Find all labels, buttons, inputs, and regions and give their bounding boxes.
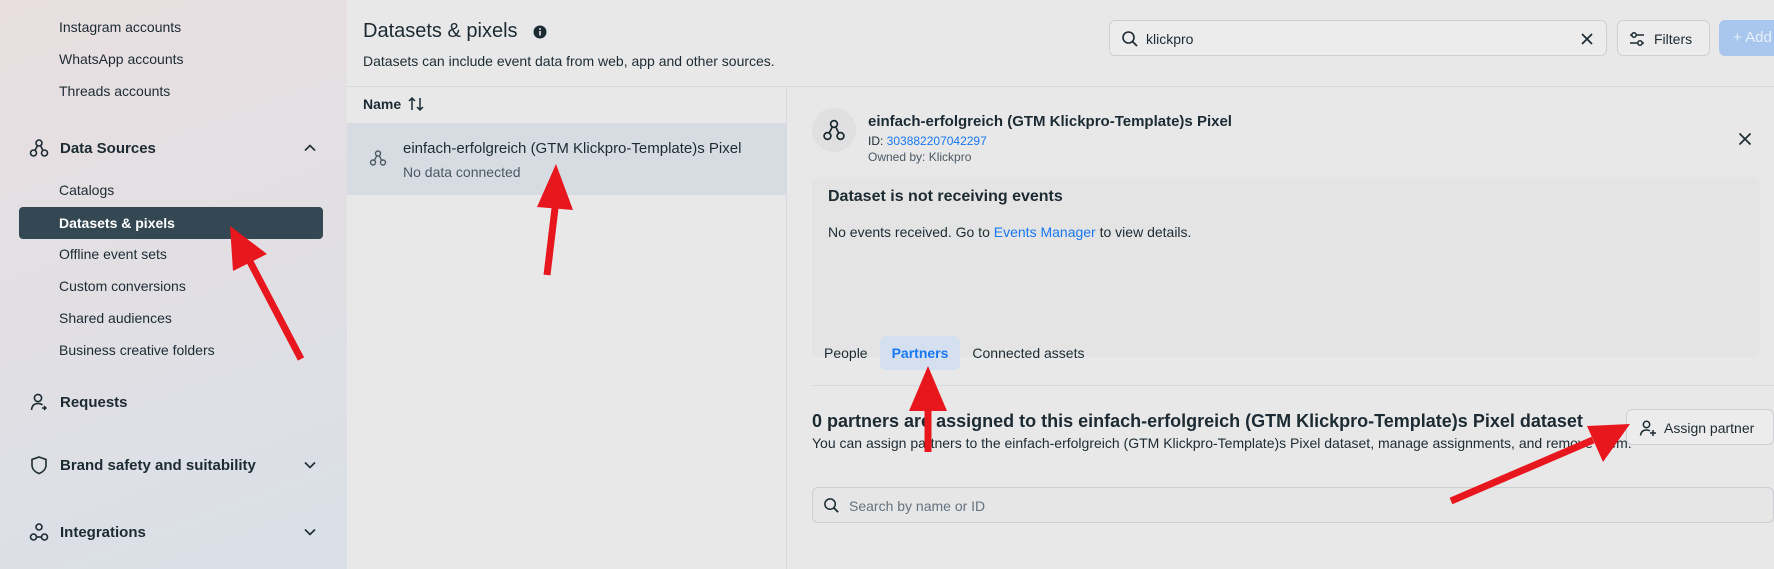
dataset-name: einfach-erfolgreich (GTM Klickpro-Templa… bbox=[403, 140, 742, 157]
dataset-avatar bbox=[812, 108, 856, 152]
sidebar-item-label: Datasets & pixels bbox=[59, 215, 175, 231]
alert-text: No events received. Go to bbox=[828, 224, 994, 240]
sidebar-item-offline-event-sets[interactable]: Offline event sets bbox=[59, 246, 167, 262]
detail-tabs: People Partners Connected assets bbox=[812, 333, 1096, 373]
sidebar-item-custom-conversions[interactable]: Custom conversions bbox=[59, 278, 186, 294]
dataset-detail-panel: einfach-erfolgreich (GTM Klickpro-Templa… bbox=[788, 87, 1774, 569]
name-column-header[interactable]: Name bbox=[363, 96, 425, 112]
add-person-icon bbox=[1639, 419, 1657, 437]
close-icon[interactable] bbox=[1736, 130, 1754, 148]
chevron-down-icon[interactable] bbox=[301, 456, 319, 474]
detail-title: einfach-erfolgreich (GTM Klickpro-Templa… bbox=[868, 113, 1232, 130]
tab-people[interactable]: People bbox=[812, 336, 880, 370]
assign-partner-label: Assign partner bbox=[1664, 420, 1755, 436]
search-value: klickpro bbox=[1146, 31, 1194, 47]
shield-icon bbox=[28, 454, 50, 476]
sidebar-item-requests[interactable]: Requests bbox=[28, 390, 319, 414]
tab-connected-assets[interactable]: Connected assets bbox=[960, 336, 1096, 370]
column-label: Name bbox=[363, 96, 402, 112]
assign-partner-button[interactable]: Assign partner bbox=[1626, 409, 1774, 445]
info-icon[interactable] bbox=[533, 25, 547, 39]
sidebar-item-instagram-accounts[interactable]: Instagram accounts bbox=[59, 19, 181, 35]
search-icon bbox=[823, 497, 840, 514]
dataset-owner: Owned by: Klickpro bbox=[868, 150, 972, 164]
pixel-icon bbox=[369, 149, 387, 167]
alert-text: to view details. bbox=[1095, 224, 1192, 240]
integrations-icon bbox=[28, 521, 50, 543]
divider bbox=[812, 385, 1774, 386]
add-button[interactable]: + Add bbox=[1719, 20, 1774, 56]
chevron-down-icon[interactable] bbox=[301, 523, 319, 541]
sidebar-item-threads-accounts[interactable]: Threads accounts bbox=[59, 83, 170, 99]
sidebar-group-label: Brand safety and suitability bbox=[60, 456, 256, 474]
page-subtitle: Datasets can include event data from web… bbox=[363, 53, 775, 69]
dataset-id-link[interactable]: 303882207042297 bbox=[887, 134, 987, 148]
alert-title: Dataset is not receiving events bbox=[828, 188, 1063, 205]
sidebar-group-label: Data Sources bbox=[60, 139, 156, 157]
partner-search-input[interactable]: Search by name or ID bbox=[812, 487, 1774, 523]
search-placeholder: Search by name or ID bbox=[849, 498, 986, 514]
sidebar-item-shared-audiences[interactable]: Shared audiences bbox=[59, 310, 172, 326]
sidebar-group-data-sources[interactable]: Data Sources bbox=[28, 136, 319, 160]
sidebar-item-business-creative-folders[interactable]: Business creative folders bbox=[59, 342, 215, 358]
dataset-list: Name einfach-erfolgreich (GTM Klickpro-T… bbox=[347, 87, 787, 569]
sidebar-item-catalogs[interactable]: Catalogs bbox=[59, 182, 114, 198]
page-header: Datasets & pixels Datasets can include e… bbox=[347, 0, 1774, 87]
sidebar-item-whatsapp-accounts[interactable]: WhatsApp accounts bbox=[59, 51, 184, 67]
pixel-icon bbox=[823, 119, 845, 141]
sort-icon[interactable] bbox=[407, 96, 425, 112]
alert-body: No events received. Go to Events Manager… bbox=[828, 224, 1191, 240]
list-item[interactable]: einfach-erfolgreich (GTM Klickpro-Templa… bbox=[347, 123, 787, 195]
partners-heading: 0 partners are assigned to this einfach-… bbox=[812, 411, 1583, 431]
sidebar-group-brand-safety[interactable]: Brand safety and suitability bbox=[28, 453, 319, 477]
partners-description: You can assign partners to the einfach-e… bbox=[812, 435, 1632, 451]
status-alert: Dataset is not receiving events No event… bbox=[812, 177, 1760, 357]
sidebar-group-integrations[interactable]: Integrations bbox=[28, 520, 319, 544]
dataset-status: No data connected bbox=[403, 164, 521, 180]
data-sources-icon bbox=[28, 137, 50, 159]
page-title: Datasets & pixels bbox=[363, 20, 518, 42]
sidebar-group-label: Integrations bbox=[60, 523, 146, 541]
dataset-search-input[interactable]: klickpro bbox=[1109, 20, 1607, 56]
sidebar-item-label: Requests bbox=[60, 393, 128, 411]
person-icon bbox=[28, 391, 50, 413]
chevron-up-icon[interactable] bbox=[301, 139, 319, 157]
search-icon bbox=[1121, 30, 1139, 48]
filter-sliders-icon bbox=[1629, 31, 1645, 47]
add-label: + Add bbox=[1733, 29, 1772, 46]
sidebar-item-datasets-pixels[interactable]: Datasets & pixels bbox=[19, 207, 323, 239]
filters-button[interactable]: Filters bbox=[1617, 20, 1710, 56]
id-label: ID: bbox=[868, 134, 887, 148]
sidebar: Instagram accounts WhatsApp accounts Thr… bbox=[0, 0, 347, 569]
tab-partners[interactable]: Partners bbox=[879, 336, 961, 370]
filters-label: Filters bbox=[1654, 31, 1693, 47]
dataset-id: ID: 303882207042297 bbox=[868, 134, 987, 148]
clear-icon[interactable] bbox=[1578, 30, 1596, 48]
events-manager-link[interactable]: Events Manager bbox=[994, 224, 1096, 240]
